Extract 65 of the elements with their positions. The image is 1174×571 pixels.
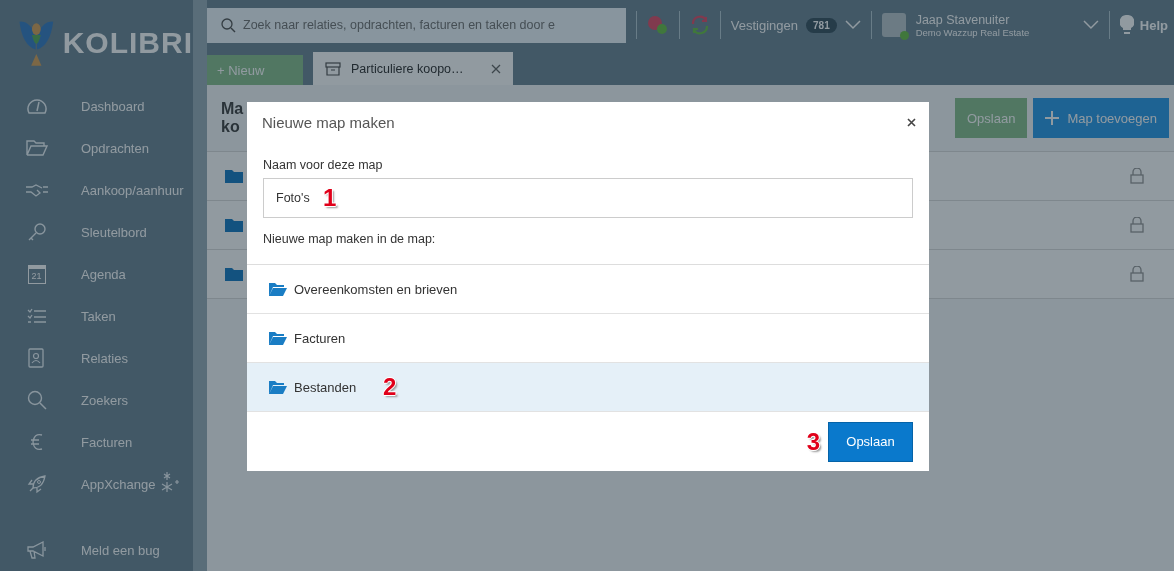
brand-name: KOLIBRI — [62, 25, 193, 60]
euro-icon — [29, 433, 44, 451]
sidebar-item[interactable]: Taken — [0, 295, 193, 337]
scrollbar[interactable] — [193, 0, 207, 571]
key-icon — [26, 222, 47, 242]
sidebar-item[interactable]: Meld een bug — [0, 529, 193, 571]
folder-icon — [269, 282, 287, 296]
megaphone-icon — [25, 541, 48, 559]
sidebar-item[interactable]: Relaties — [0, 337, 193, 379]
handshake-icon — [24, 182, 49, 198]
lightbulb-icon — [1119, 15, 1134, 35]
tab[interactable]: Particuliere koopo… — [313, 52, 513, 85]
folder-icon — [269, 331, 287, 345]
count-badge: 781 — [806, 17, 837, 33]
folder-icon — [225, 169, 243, 183]
sidebar-item[interactable]: Zoekers — [0, 379, 193, 421]
save-button[interactable]: Opslaan — [828, 421, 913, 462]
online-dot — [899, 31, 909, 40]
folder-icon — [25, 139, 48, 157]
save-button[interactable]: Opslaan — [954, 98, 1028, 138]
avatar[interactable] — [881, 13, 906, 37]
folder-list-item[interactable]: Bestanden 2 — [247, 363, 929, 412]
field-label: Nieuwe map maken in de map: — [263, 232, 437, 246]
folder-icon — [225, 267, 243, 281]
archive-box-icon — [325, 61, 341, 76]
folder-icon — [225, 218, 243, 232]
company-name: Demo Wazzup Real Estate — [915, 26, 1031, 38]
search-icon — [26, 390, 47, 410]
page-title: Ma — [221, 100, 244, 118]
folder-icon — [269, 380, 287, 394]
folder-list-item[interactable]: Overeenkomsten en brieven — [247, 265, 929, 314]
sidebar-item[interactable]: Sleutelbord — [0, 211, 193, 253]
checklist-icon — [26, 308, 47, 324]
search-icon — [221, 17, 236, 33]
branches-dropdown[interactable]: Vestigingen 781 — [730, 17, 861, 33]
chevron-down-icon — [844, 20, 861, 30]
refresh-icon[interactable] — [689, 15, 710, 35]
lock-icon — [1130, 168, 1144, 184]
sidebar-item[interactable]: Aankoop/aanhuur — [0, 169, 193, 211]
notification-icon[interactable] — [647, 15, 669, 35]
plus-icon — [1045, 111, 1060, 125]
field-label: Naam voor deze map — [263, 158, 384, 172]
gauge-icon — [25, 96, 48, 116]
user-name: Jaap Stavenuiter — [915, 12, 1011, 27]
rocket-icon — [26, 474, 47, 494]
add-folder-button[interactable]: Map toevoegen — [1033, 98, 1169, 138]
chevron-down-icon[interactable] — [1082, 20, 1099, 30]
annotation-number: 1 — [323, 186, 337, 210]
sidebar-item[interactable]: Opdrachten — [0, 127, 193, 169]
help-button[interactable]: Help — [1119, 15, 1168, 35]
close-icon[interactable] — [907, 117, 916, 127]
lock-icon — [1130, 266, 1144, 282]
annotation-number: 3 — [806, 429, 820, 454]
contact-card-icon — [27, 348, 46, 368]
annotation-number: 2 — [383, 375, 397, 399]
sidebar-item[interactable]: AppXchange — [0, 463, 193, 505]
search-field[interactable]: Zoek naar relaties, opdrachten, facturen en taken door e — [207, 7, 626, 43]
dialog-title: Nieuwe map maken — [262, 113, 395, 131]
sidebar-item[interactable]: 21 Agenda — [0, 253, 193, 295]
new-button[interactable]: + Nieuw — [207, 55, 303, 85]
page-title: ko — [221, 118, 240, 136]
sidebar-item[interactable]: Dashboard — [0, 85, 193, 127]
lock-icon — [1130, 217, 1144, 233]
calendar-icon: 21 — [27, 264, 46, 284]
sidebar-item[interactable]: Facturen — [0, 421, 193, 463]
